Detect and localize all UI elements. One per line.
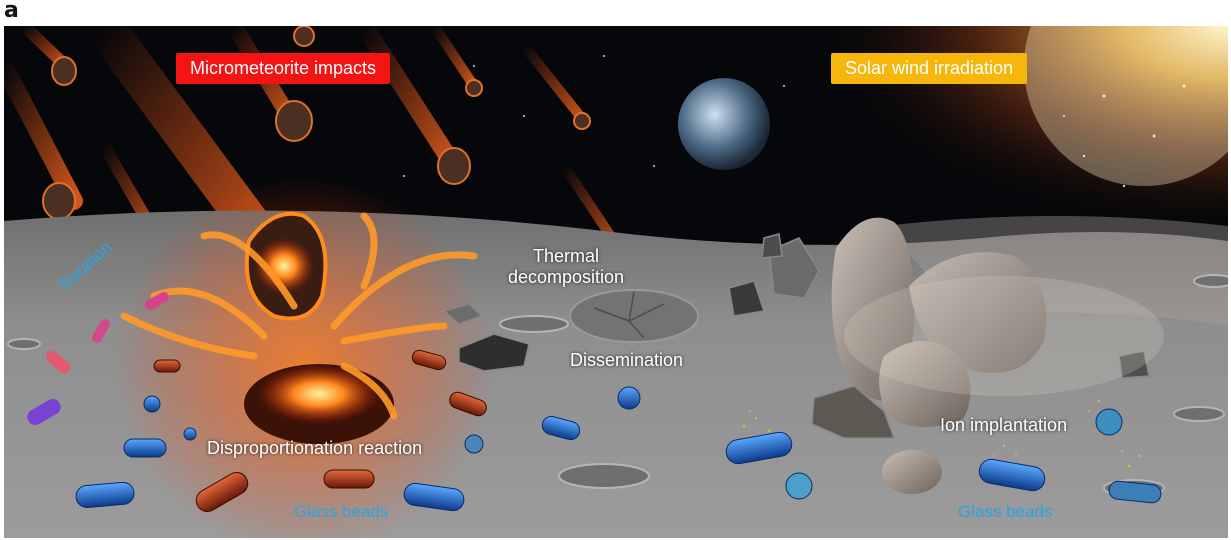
solar-wind-irradiation-label: Solar wind irradiation xyxy=(831,53,1028,84)
thermal-decomposition-label: Thermal decomposition xyxy=(508,246,624,288)
glass-beads-right-label: Glass beads xyxy=(958,502,1053,521)
disproportionation-reaction-label: Disproportionation reaction xyxy=(207,438,423,458)
dissemination-label: Dissemination xyxy=(570,350,684,370)
ion-implantation-label: Ion implantation xyxy=(940,415,1068,435)
thermal-line-2: decomposition xyxy=(508,267,625,287)
lunar-surface-illustration: Micrometeorite impacts Solar wind irradi… xyxy=(4,26,1228,538)
micrometeorite-impacts-label: Micrometeorite impacts xyxy=(176,53,391,84)
thermal-line-1: Thermal xyxy=(533,246,600,266)
glass-beads-left-label: Glass beads xyxy=(294,502,389,521)
panel-letter: a xyxy=(4,0,19,23)
